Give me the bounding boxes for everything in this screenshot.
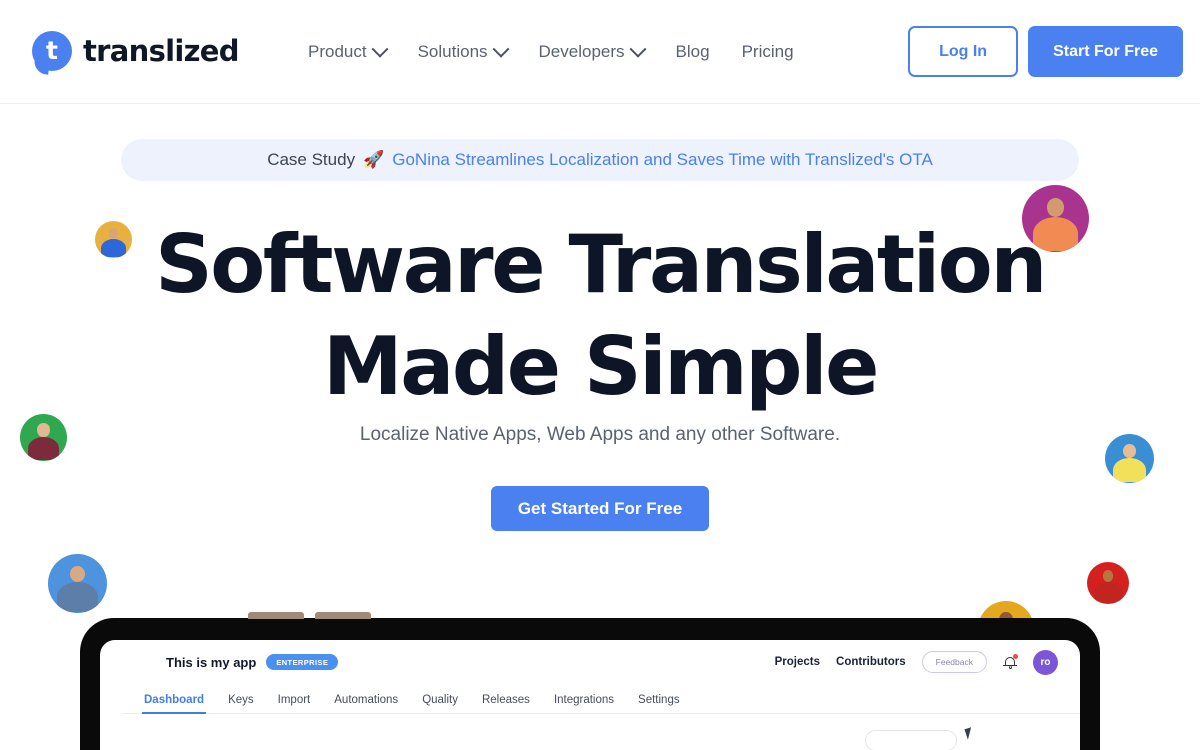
start-for-free-button[interactable]: Start For Free xyxy=(1028,26,1183,77)
chevron-down-icon xyxy=(371,40,389,58)
nav-label-product: Product xyxy=(308,42,367,61)
nav-label-developers: Developers xyxy=(538,42,625,61)
app-tab-bar: Dashboard Keys Import Automations Quality Rel… xyxy=(122,684,1080,714)
landing-page: t translized Product Solutions Developer… xyxy=(0,0,1200,750)
app-tab-quality[interactable]: Quality xyxy=(422,694,458,713)
tablet-volume-button-up xyxy=(248,612,304,619)
rocket-icon: 🚀 xyxy=(363,150,385,170)
main-navigation: Product Solutions Developers Blog Pricin… xyxy=(308,0,794,104)
hero-title-line-1: Software Translation xyxy=(155,218,1047,311)
nav-item-developers[interactable]: Developers xyxy=(538,40,647,62)
nav-label-blog: Blog xyxy=(675,42,710,61)
tablet-screen: This is my app ENTERPRISE Projects Contr… xyxy=(100,640,1080,750)
avatar-body xyxy=(1093,582,1123,604)
avatar-low-left xyxy=(48,554,107,613)
nav-label-pricing: Pricing xyxy=(741,42,794,61)
site-logo[interactable]: t translized xyxy=(32,31,240,75)
app-tab-integrations[interactable]: Integrations xyxy=(554,694,614,713)
nav-item-solutions[interactable]: Solutions xyxy=(417,40,510,62)
app-tab-keys[interactable]: Keys xyxy=(228,694,254,713)
avatar-head xyxy=(1102,570,1114,583)
nav-label-solutions: Solutions xyxy=(417,42,488,61)
case-study-banner[interactable]: Case Study 🚀 GoNina Streamlines Localiza… xyxy=(121,139,1079,181)
get-started-for-free-button[interactable]: Get Started For Free xyxy=(491,486,709,531)
plan-badge: ENTERPRISE xyxy=(266,654,339,670)
notification-bell-icon[interactable] xyxy=(1003,653,1018,670)
translized-bubble-icon: t xyxy=(32,31,72,75)
chevron-down-icon xyxy=(492,40,510,58)
logo-wordmark: translized xyxy=(83,34,240,68)
nav-item-product[interactable]: Product xyxy=(308,40,389,62)
app-tab-automations[interactable]: Automations xyxy=(334,694,398,713)
nav-item-blog[interactable]: Blog xyxy=(676,42,710,62)
feedback-button[interactable]: Feedback xyxy=(921,651,987,673)
app-tab-settings[interactable]: Settings xyxy=(638,694,680,713)
project-name: This is my app xyxy=(166,654,257,670)
avatar-head xyxy=(69,565,86,583)
avatar-low-right xyxy=(1087,562,1129,604)
case-study-link[interactable]: GoNina Streamlines Localization and Save… xyxy=(392,150,933,170)
login-button[interactable]: Log In xyxy=(908,26,1019,77)
header-actions: Log In Start For Free xyxy=(908,26,1183,77)
nav-item-pricing[interactable]: Pricing xyxy=(742,42,794,62)
app-link-projects[interactable]: Projects xyxy=(775,656,820,668)
site-header: t translized Product Solutions Developer… xyxy=(0,0,1200,104)
avatar-body xyxy=(57,582,98,612)
chevron-down-icon xyxy=(629,40,647,58)
app-content-area xyxy=(100,714,1080,750)
app-tab-releases[interactable]: Releases xyxy=(482,694,530,713)
case-study-label: Case Study xyxy=(267,150,356,169)
app-content-pill[interactable] xyxy=(865,730,957,750)
avatar-body xyxy=(1112,457,1147,483)
hero-subtitle: Localize Native Apps, Web Apps and any o… xyxy=(359,424,841,445)
hero-title-line-2: Made Simple xyxy=(323,320,879,414)
app-topbar: This is my app ENTERPRISE Projects Contr… xyxy=(100,640,1080,684)
tablet-volume-button-down xyxy=(315,612,371,619)
app-topbar-right: Projects Contributors Feedback ro xyxy=(775,649,1058,675)
user-avatar[interactable]: ro xyxy=(1033,649,1058,675)
notification-badge-dot xyxy=(1013,653,1018,659)
app-link-contributors[interactable]: Contributors xyxy=(836,656,906,668)
app-tab-import[interactable]: Import xyxy=(278,694,311,713)
tablet-device-mockup: This is my app ENTERPRISE Projects Contr… xyxy=(80,612,1100,750)
app-tab-dashboard[interactable]: Dashboard xyxy=(141,694,207,714)
cursor-icon xyxy=(964,727,975,740)
page-title: Software Translation Made Simple xyxy=(0,214,1200,419)
logo-letter: t xyxy=(46,35,58,65)
